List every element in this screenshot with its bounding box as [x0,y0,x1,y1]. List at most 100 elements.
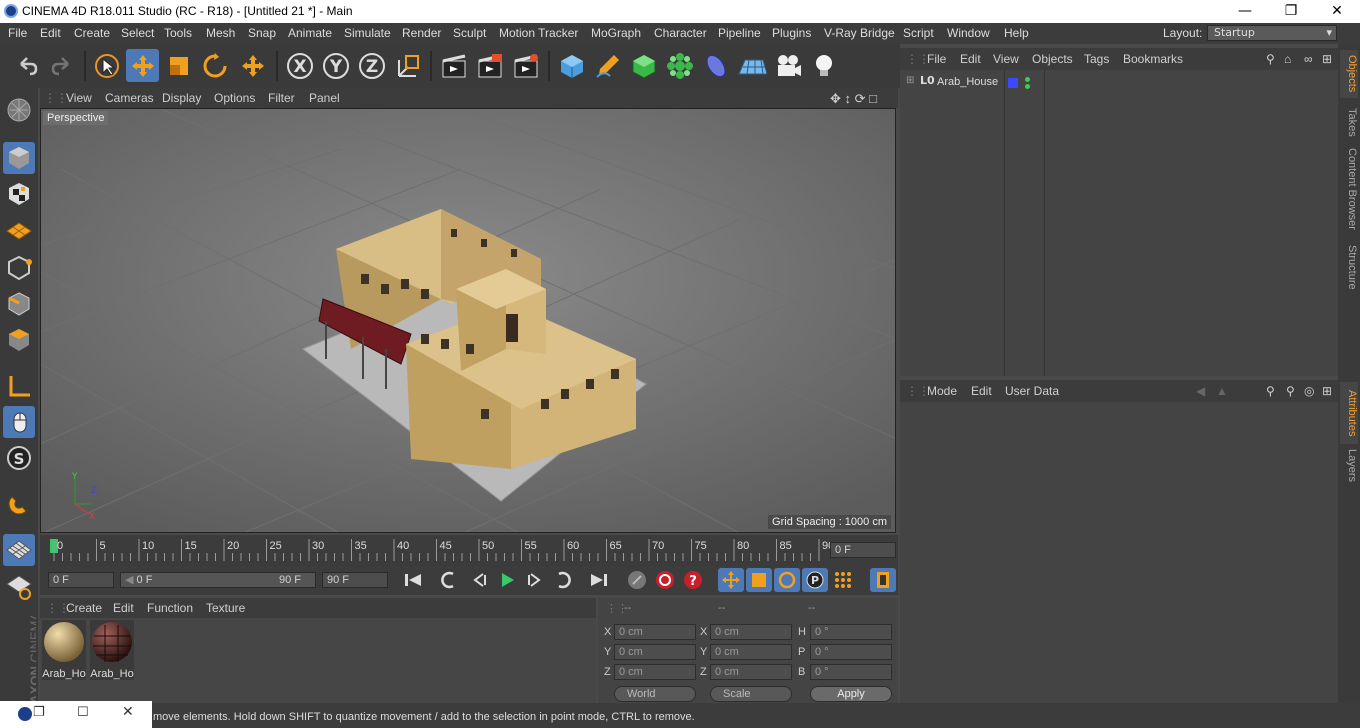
menu-simulate[interactable]: Simulate [344,26,391,40]
vp-menu-view[interactable]: View [66,91,92,105]
menu-help[interactable]: Help [1004,26,1029,40]
scale-tool[interactable] [162,49,195,82]
obj-menu-edit[interactable]: Edit [960,52,981,66]
planar-workplane-button[interactable] [3,570,35,602]
layer-color-swatch[interactable] [1008,78,1018,88]
menu-sculpt[interactable]: Sculpt [453,26,486,40]
menu-window[interactable]: Window [947,26,990,40]
subdivision-button[interactable] [627,49,660,82]
deformer-button[interactable] [699,49,732,82]
keyframe-selection-button[interactable]: ? [680,568,706,592]
preview-range-slider[interactable]: ◀ 0 F 90 F [120,572,316,588]
position-y-field[interactable]: 0 cm [614,644,696,660]
menu-vray-bridge[interactable]: V-Ray Bridge [824,26,895,40]
close-icon[interactable]: ✕ [122,704,134,720]
new-panel-icon[interactable]: ⊞ [1322,52,1332,66]
menu-render[interactable]: Render [402,26,441,40]
live-selection-tool[interactable] [90,49,123,82]
menu-pipeline[interactable]: Pipeline [718,26,761,40]
editor-visibility-dot[interactable] [1025,77,1030,82]
move-tool[interactable] [126,49,159,82]
vp-menu-display[interactable]: Display [162,91,201,105]
workplane-lock-button[interactable] [3,534,35,566]
render-view-button[interactable] [437,49,470,82]
layout-dropdown[interactable]: Startup ▾ [1207,25,1337,41]
minimize-button[interactable]: — [1222,0,1268,23]
back-arrow-icon[interactable]: ◀ [1196,384,1205,398]
current-frame-field[interactable]: 0 F [830,542,896,558]
tab-layers[interactable]: Layers [1340,448,1358,484]
pen-button[interactable] [591,49,624,82]
attr-menu-edit[interactable]: Edit [971,384,992,398]
menu-animate[interactable]: Animate [288,26,332,40]
next-keyframe-button[interactable] [550,568,576,592]
position-x-field[interactable]: 0 cm [614,624,696,640]
tab-attributes[interactable]: Attributes [1340,382,1358,444]
size-z-field[interactable]: 0 cm [710,664,792,680]
y-axis-lock[interactable]: Y [319,49,352,82]
key-position-button[interactable] [718,568,744,592]
coordinate-system-toggle[interactable] [391,49,424,82]
menu-script[interactable]: Script [903,26,934,40]
menu-file[interactable]: File [8,26,27,40]
x-axis-lock[interactable]: X [283,49,316,82]
object-row-arab-house[interactable]: ⊞ L0 Arab_House [904,74,1004,92]
size-x-field[interactable]: 0 cm [710,624,792,640]
apply-button[interactable]: Apply [810,686,892,702]
model-mode-button[interactable] [3,142,35,174]
obj-menu-bookmarks[interactable]: Bookmarks [1123,52,1183,66]
key-pla-button[interactable] [830,568,856,592]
light-button[interactable] [807,49,840,82]
vp-menu-filter[interactable]: Filter [268,91,295,105]
mat-menu-function[interactable]: Function [147,601,193,615]
camera-button[interactable] [771,49,804,82]
size-mode-dropdown[interactable]: Scale [710,686,792,702]
material-swatch[interactable]: Arab_Ho [90,620,134,680]
mat-menu-create[interactable]: Create [66,601,102,615]
forward-arrow-icon[interactable]: ▲ [1216,384,1228,398]
menu-select[interactable]: Select [121,26,154,40]
search-icon[interactable]: ⚲ [1266,52,1275,66]
link-icon[interactable]: ∞ [1304,52,1313,66]
vp-menu-panel[interactable]: Panel [309,91,340,105]
tab-content-browser[interactable]: Content Browser [1340,144,1358,234]
render-region-button[interactable] [473,49,506,82]
target-icon[interactable]: ◎ [1304,384,1314,398]
start-frame-field[interactable]: 0 F [48,572,114,588]
restore-icon[interactable]: ❐ [33,705,45,720]
key-parameter-button[interactable]: P [802,568,828,592]
menu-plugins[interactable]: Plugins [772,26,811,40]
polygon-mode-button[interactable] [3,324,35,356]
mat-menu-edit[interactable]: Edit [113,601,134,615]
autokey-button[interactable] [652,568,678,592]
maximize-icon[interactable]: ☐ [77,705,89,720]
tab-takes[interactable]: Takes [1340,102,1358,142]
rotation-h-field[interactable]: 0 ° [810,624,892,640]
next-frame-button[interactable] [522,568,548,592]
lock-icon[interactable]: ⚲ [1286,384,1295,398]
obj-menu-view[interactable]: View [993,52,1019,66]
goto-end-button[interactable] [586,568,612,592]
menu-mesh[interactable]: Mesh [206,26,235,40]
make-editable-button[interactable] [3,94,35,126]
material-swatch[interactable]: Arab_Ho [42,620,86,680]
transform-tool[interactable] [236,49,269,82]
key-rotation-button[interactable] [774,568,800,592]
edge-mode-button[interactable] [3,288,35,320]
menu-create[interactable]: Create [74,26,110,40]
point-mode-button[interactable] [3,252,35,284]
solo-button[interactable]: S [3,442,35,474]
prev-frame-button[interactable] [466,568,492,592]
timeline-ruler[interactable]: 0 5 10 15 20 25 30 35 40 45 50 55 60 65 70 75 80 85 90 0 F [40,535,898,565]
rotate-tool[interactable] [198,49,231,82]
floor-button[interactable] [735,49,768,82]
maximize-button[interactable]: ❐ [1268,0,1314,23]
cube-button[interactable] [555,49,588,82]
obj-menu-file[interactable]: File [927,52,946,66]
3d-viewport[interactable]: Y Z X Perspective Grid Spacing : 1000 cm [40,108,896,533]
menu-edit[interactable]: Edit [40,26,61,40]
timeline-window-button[interactable] [870,568,896,592]
texture-mode-button[interactable] [3,178,35,210]
attr-menu-mode[interactable]: Mode [927,384,957,398]
home-icon[interactable]: ⌂ [1284,52,1291,66]
